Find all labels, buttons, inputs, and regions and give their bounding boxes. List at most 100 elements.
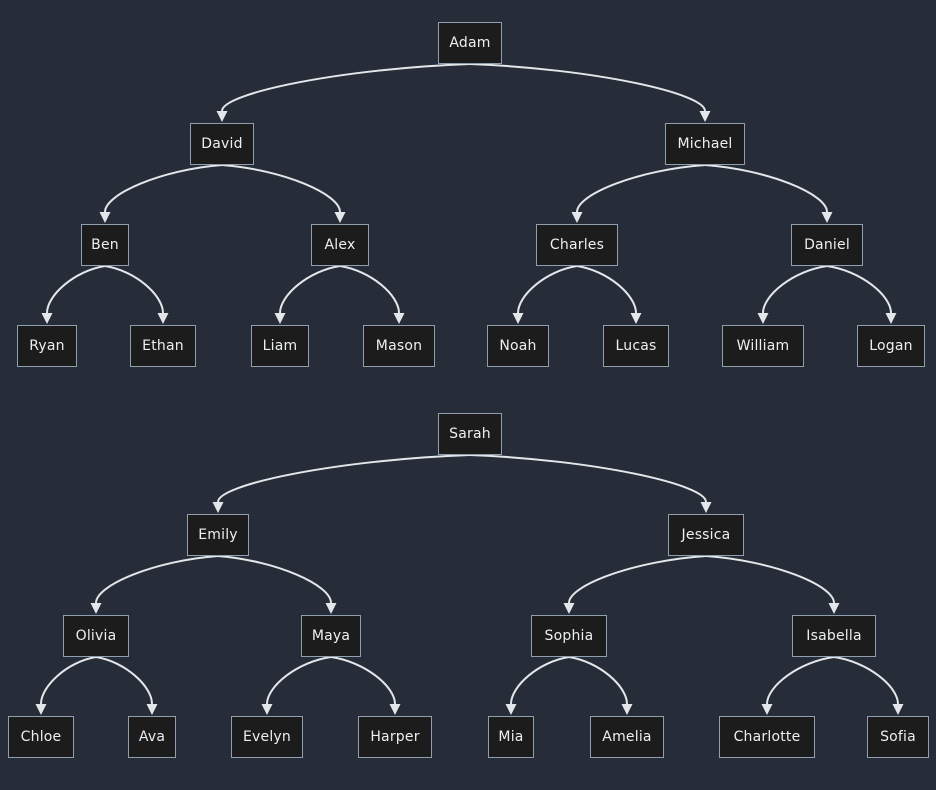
tree-edge-daniel-to-logan <box>826 265 892 314</box>
tree-edge-arrowhead-ethan <box>157 313 169 324</box>
tree-node-isabella[interactable]: Isabella <box>792 615 876 657</box>
tree-node-olivia[interactable]: Olivia <box>63 615 129 657</box>
tree-node-label: Isabella <box>806 628 862 644</box>
tree-node-label: Lucas <box>615 338 657 354</box>
tree-node-harper[interactable]: Harper <box>358 716 432 758</box>
tree-node-mason[interactable]: Mason <box>363 325 435 367</box>
tree-edge-alex-to-liam <box>279 265 341 314</box>
tree-edge-charles-to-noah <box>517 265 578 314</box>
tree-node-evelyn[interactable]: Evelyn <box>231 716 303 758</box>
tree-edge-arrowhead-isabella <box>828 603 840 614</box>
tree-node-logan[interactable]: Logan <box>857 325 925 367</box>
tree-edge-sophia-to-amelia <box>568 656 628 705</box>
tree-node-alex[interactable]: Alex <box>311 224 369 266</box>
tree-edge-emily-to-olivia <box>95 555 219 604</box>
tree-edge-ben-to-ryan <box>46 265 106 314</box>
tree-node-daniel[interactable]: Daniel <box>791 224 863 266</box>
tree-node-label: Michael <box>677 136 733 152</box>
tree-edge-alex-to-mason <box>339 265 400 314</box>
tree-edge-david-to-alex <box>221 164 341 213</box>
tree-edge-arrowhead-david <box>216 111 228 122</box>
tree-edge-daniel-to-william <box>762 265 828 314</box>
tree-node-william[interactable]: William <box>722 325 804 367</box>
tree-edge-jessica-to-sophia <box>568 555 707 604</box>
tree-edge-maya-to-harper <box>330 656 396 705</box>
tree-node-charles[interactable]: Charles <box>536 224 618 266</box>
tree-edge-arrowhead-emily <box>212 502 224 513</box>
tree-node-jessica[interactable]: Jessica <box>668 514 744 556</box>
tree-node-michael[interactable]: Michael <box>665 123 745 165</box>
tree-edge-arrowhead-noah <box>512 313 524 324</box>
tree-node-sofia[interactable]: Sofia <box>867 716 929 758</box>
tree-node-sarah[interactable]: Sarah <box>438 413 502 455</box>
tree-node-chloe[interactable]: Chloe <box>8 716 74 758</box>
tree-edge-arrowhead-sophia <box>563 603 575 614</box>
tree-edge-arrowhead-michael <box>699 111 711 122</box>
tree-edge-arrowhead-mia <box>505 704 517 715</box>
tree-edge-arrowhead-ava <box>146 704 158 715</box>
tree-node-charlotte[interactable]: Charlotte <box>719 716 815 758</box>
tree-node-ryan[interactable]: Ryan <box>17 325 77 367</box>
tree-edge-arrowhead-jessica <box>700 502 712 513</box>
tree-node-label: Logan <box>869 338 913 354</box>
tree-node-label: Evelyn <box>243 729 291 745</box>
tree-node-label: Ben <box>91 237 119 253</box>
tree-edge-arrowhead-maya <box>325 603 337 614</box>
tree-edge-isabella-to-sofia <box>833 656 899 705</box>
tree-node-maya[interactable]: Maya <box>301 615 361 657</box>
tree-node-label: Ryan <box>29 338 65 354</box>
tree-node-label: Noah <box>499 338 537 354</box>
tree-node-label: Charles <box>549 237 605 253</box>
tree-edge-arrowhead-charlotte <box>761 704 773 715</box>
tree-edge-arrowhead-ryan <box>41 313 53 324</box>
tree-node-label: Alex <box>324 237 356 253</box>
tree-edge-arrowhead-mason <box>393 313 405 324</box>
tree-node-label: Emily <box>198 527 238 543</box>
tree-edge-olivia-to-ava <box>95 656 153 705</box>
tree-node-ava[interactable]: Ava <box>128 716 176 758</box>
diagram-canvas: Adam David Michael Ben Alex Charles Daniel Ryan… <box>0 0 936 790</box>
tree-edge-ben-to-ethan <box>104 265 164 314</box>
tree-node-label: Sarah <box>449 426 491 442</box>
tree-node-label: Chloe <box>20 729 62 745</box>
tree-edge-arrowhead-alex <box>334 212 346 223</box>
tree-edge-arrowhead-chloe <box>35 704 47 715</box>
tree-node-emily[interactable]: Emily <box>187 514 249 556</box>
tree-node-label: Ethan <box>142 338 184 354</box>
tree-edge-adam-to-david <box>221 63 471 112</box>
tree-node-label: Mia <box>498 729 524 745</box>
tree-edge-arrowhead-ben <box>99 212 111 223</box>
tree-edge-emily-to-maya <box>217 555 332 604</box>
tree-node-sophia[interactable]: Sophia <box>531 615 607 657</box>
tree-node-mia[interactable]: Mia <box>488 716 534 758</box>
tree-edge-arrowhead-liam <box>274 313 286 324</box>
tree-edge-sarah-to-emily <box>217 454 471 503</box>
tree-node-label: Harper <box>370 729 420 745</box>
tree-node-lucas[interactable]: Lucas <box>603 325 669 367</box>
tree-node-label: Ava <box>138 729 166 745</box>
tree-node-liam[interactable]: Liam <box>251 325 309 367</box>
tree-edge-isabella-to-charlotte <box>766 656 835 705</box>
tree-node-label: Amelia <box>602 729 652 745</box>
tree-edge-michael-to-daniel <box>704 164 828 213</box>
tree-edge-arrowhead-sofia <box>892 704 904 715</box>
tree-node-label: Sophia <box>544 628 594 644</box>
tree-node-adam[interactable]: Adam <box>438 22 502 64</box>
edge-layer <box>35 63 904 715</box>
tree-edge-arrowhead-olivia <box>90 603 102 614</box>
tree-node-label: Sofia <box>880 729 916 745</box>
tree-node-ethan[interactable]: Ethan <box>130 325 196 367</box>
tree-edge-maya-to-evelyn <box>266 656 332 705</box>
tree-node-label: Maya <box>311 628 351 644</box>
tree-node-ben[interactable]: Ben <box>81 224 129 266</box>
tree-node-noah[interactable]: Noah <box>487 325 549 367</box>
tree-node-amelia[interactable]: Amelia <box>590 716 664 758</box>
tree-edge-olivia-to-chloe <box>40 656 97 705</box>
tree-edge-arrowhead-amelia <box>621 704 633 715</box>
tree-node-david[interactable]: David <box>190 123 254 165</box>
tree-node-label: Olivia <box>75 628 117 644</box>
tree-node-label: William <box>736 338 790 354</box>
tree-edge-arrowhead-harper <box>389 704 401 715</box>
tree-edge-sarah-to-jessica <box>469 454 707 503</box>
tree-node-label: Liam <box>262 338 298 354</box>
